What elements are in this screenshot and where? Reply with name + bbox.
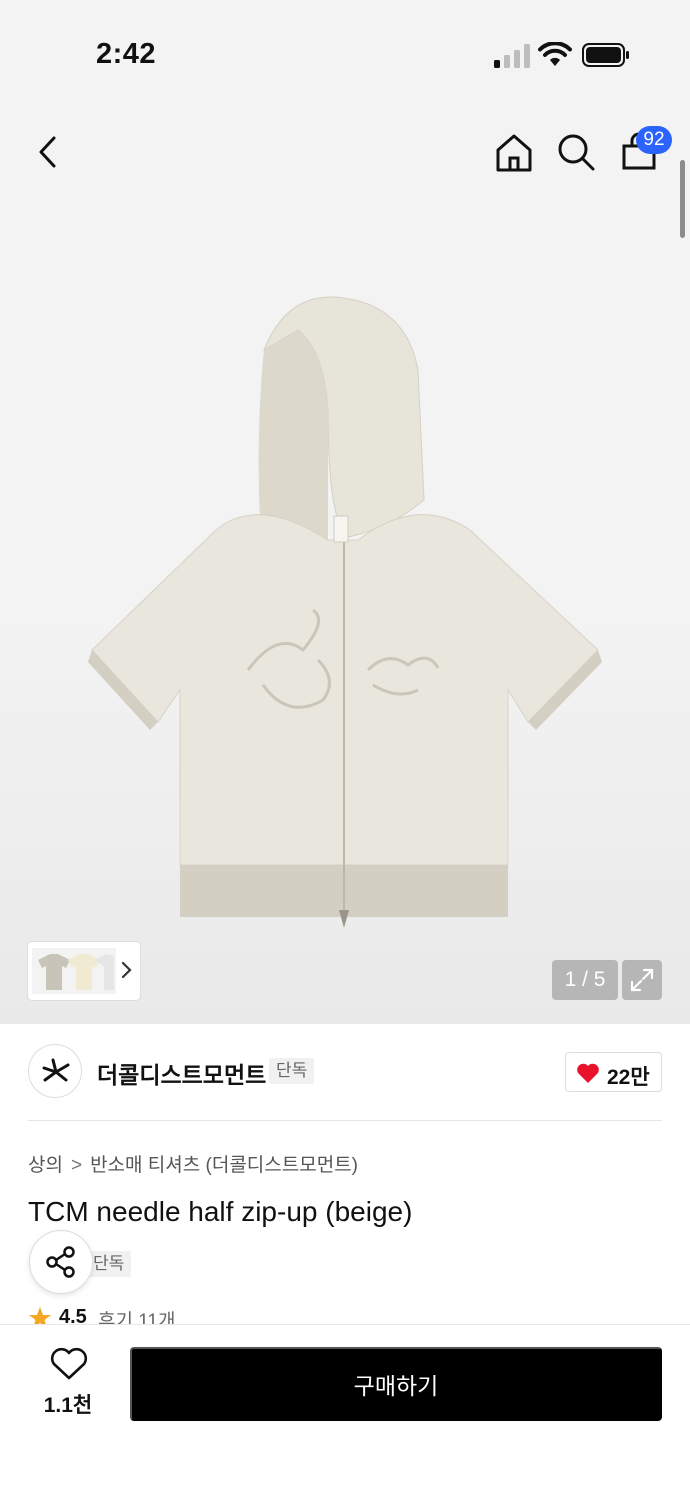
- brand-like-count: 22만: [607, 1066, 650, 1089]
- product-image[interactable]: [88, 290, 602, 930]
- brand-logo-icon: [42, 1058, 70, 1082]
- image-pager: 1 / 5: [552, 960, 618, 1000]
- heart-filled-icon: [577, 1063, 599, 1083]
- status-time: 2:42: [96, 38, 157, 70]
- brand-row[interactable]: 더콜디스트모먼트 단독 22만: [0, 1024, 690, 1120]
- exclusive-badge: 단독: [269, 1058, 315, 1084]
- scrollbar-thumb[interactable]: [680, 160, 685, 238]
- back-arrow-icon[interactable]: [24, 128, 72, 176]
- expand-icon: [630, 968, 654, 992]
- thumbnail-strip[interactable]: [28, 942, 140, 1000]
- cellular-signal-icon: [494, 44, 530, 68]
- product-gallery[interactable]: 2:42 92 1 / 5: [0, 0, 690, 1024]
- breadcrumb-separator-icon: >: [70, 1155, 83, 1176]
- brand-like-button[interactable]: 22만: [565, 1052, 662, 1092]
- top-navigation: 92: [0, 118, 690, 188]
- status-bar: 2:42: [0, 0, 690, 110]
- cart-count-badge: 92: [636, 126, 672, 154]
- brand-logo[interactable]: [28, 1044, 82, 1098]
- thumbnail-images: [32, 948, 116, 994]
- product-title: TCM needle half zip-up (beige): [28, 1196, 413, 1227]
- wifi-icon: [538, 42, 572, 66]
- bottom-action-bar: 1.1천 구매하기: [0, 1324, 690, 1500]
- expand-button[interactable]: [622, 960, 662, 1000]
- breadcrumb-item-category[interactable]: 상의: [28, 1155, 63, 1176]
- battery-icon: [582, 43, 629, 67]
- divider: [28, 1120, 662, 1121]
- product-page: 2:42 92 1 / 5 더콜디스트모먼트 단독 22만 상의 > 반소매 티…: [0, 0, 690, 1500]
- buy-button[interactable]: 구매하기: [130, 1347, 662, 1421]
- chevron-right-icon: [121, 961, 132, 979]
- home-icon[interactable]: [490, 128, 538, 176]
- breadcrumb-item-subcategory[interactable]: 반소매 티셔츠 (더콜디스트모먼트): [90, 1155, 358, 1176]
- breadcrumb: 상의 > 반소매 티셔츠 (더콜디스트모먼트): [28, 1150, 358, 1177]
- wish-count: 1.1천: [43, 1394, 93, 1417]
- brand-name[interactable]: 더콜디스트모먼트: [97, 1056, 266, 1090]
- share-button[interactable]: [29, 1230, 93, 1294]
- heart-outline-icon[interactable]: [50, 1347, 88, 1381]
- share-icon: [46, 1246, 75, 1278]
- search-icon[interactable]: [552, 128, 600, 176]
